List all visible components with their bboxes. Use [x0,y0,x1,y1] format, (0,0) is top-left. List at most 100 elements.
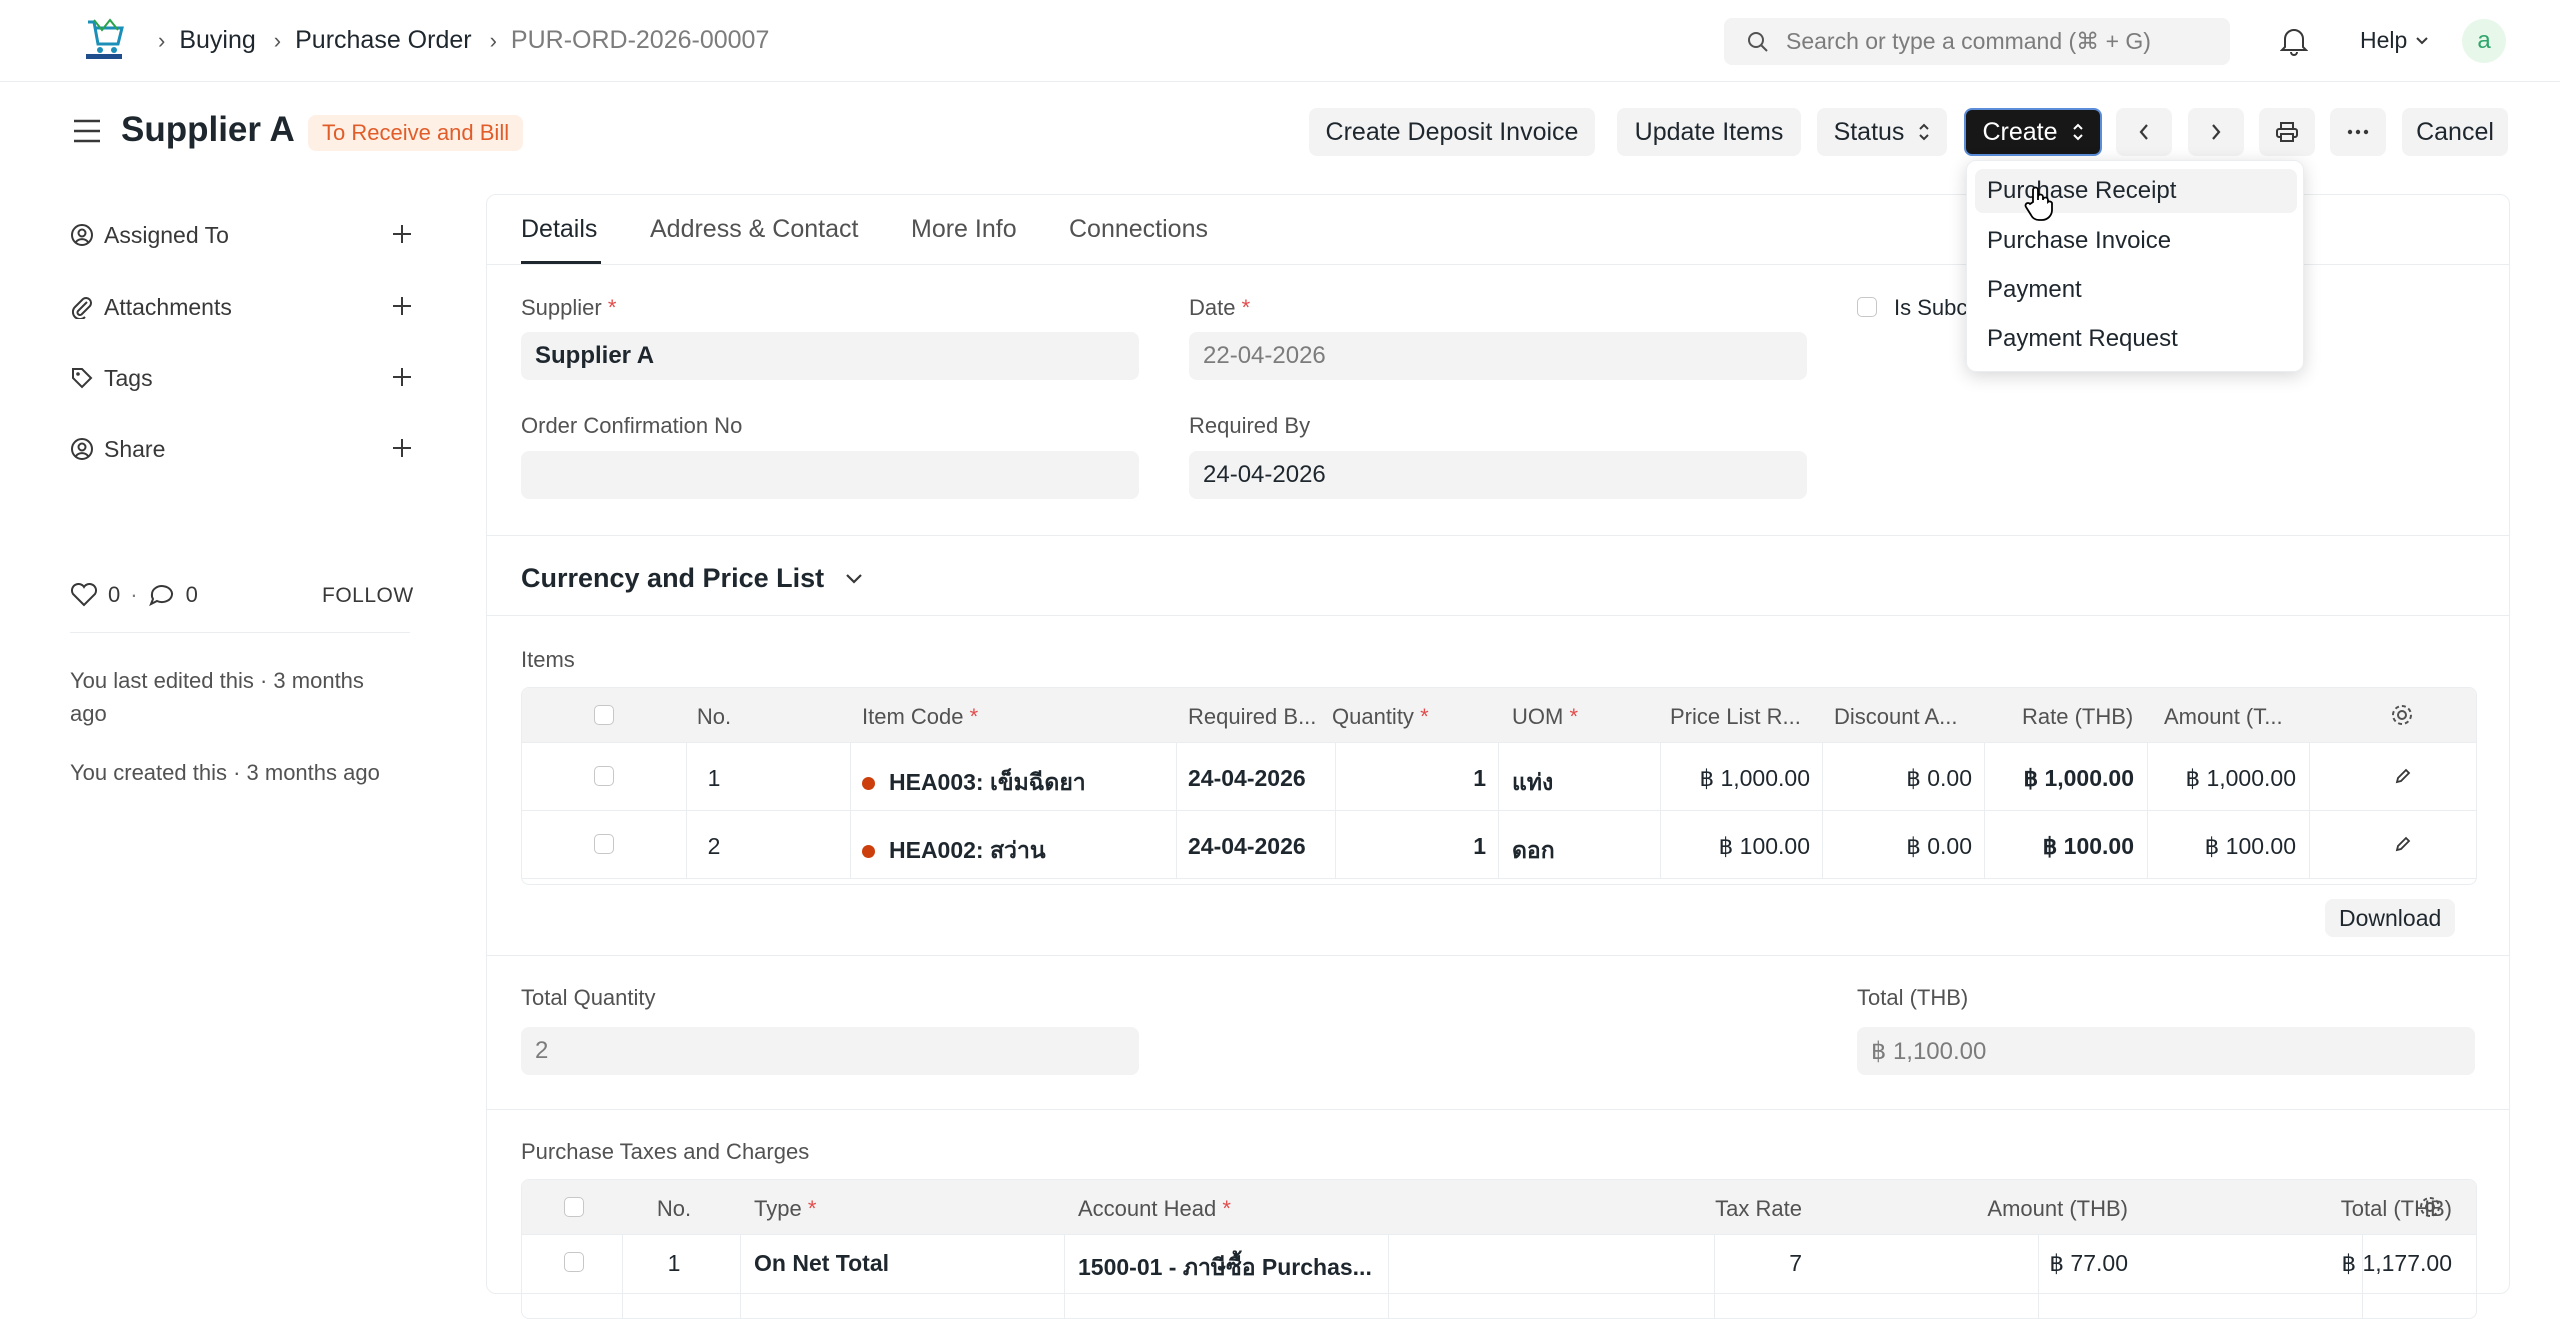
cart-logo-icon[interactable] [80,16,128,64]
avatar[interactable]: a [2462,19,2506,63]
quantity-cell[interactable]: 1 [1348,833,1486,860]
select-all-checkbox[interactable] [594,705,614,725]
column-header: Quantity * [1332,704,1429,729]
download-button[interactable]: Download [2325,899,2456,937]
section-title: Currency and Price List [521,563,825,593]
tag-icon [70,366,96,390]
required-by-field[interactable]: 24-04-2026 [1189,451,1807,499]
breadcrumb-buying[interactable]: Buying [179,26,255,55]
pencil-icon[interactable] [2393,766,2413,786]
gear-icon[interactable] [2418,1195,2442,1219]
bell-icon[interactable] [2280,26,2308,56]
print-button[interactable] [2259,108,2315,156]
row-checkbox[interactable] [564,1252,584,1272]
uom-cell[interactable]: แท่ง [1512,765,1553,801]
cancel-button[interactable]: Cancel [2402,108,2508,156]
item-code-cell[interactable]: HEA003: เข็มฉีดยา [862,765,1170,801]
plus-icon[interactable] [390,365,414,389]
like-count: 0 [108,582,121,607]
separator-dot: · [130,582,138,607]
date-field[interactable]: 22-04-2026 [1189,332,1807,380]
uom-cell[interactable]: ดอก [1512,833,1555,869]
tax-type-cell[interactable]: On Net Total [754,1250,1054,1277]
order-confirmation-label: Order Confirmation No [521,413,743,438]
row-checkbox[interactable] [594,766,614,786]
tab-more-info[interactable]: More Info [911,215,1017,244]
tax-total-cell[interactable]: ฿ 1,177.00 [2202,1250,2452,1277]
item-code-cell[interactable]: HEA002: สว่าน [862,833,1170,869]
column-divider [1176,742,1177,878]
quantity-cell[interactable]: 1 [1348,765,1486,792]
price-list-rate-cell[interactable]: ฿ 1,000.00 [1672,765,1810,792]
row-number: 1 [667,1250,681,1276]
menu-item-payment-request[interactable]: Payment Request [1975,317,2297,361]
tax-amount-cell[interactable]: ฿ 77.00 [1902,1250,2128,1277]
status-button-label: Status [1833,117,1905,146]
gear-icon[interactable] [2390,703,2414,727]
help-menu[interactable]: Help [2360,27,2429,54]
create-dropdown-button[interactable]: Create [1964,108,2102,156]
tax-rate-cell[interactable]: 7 [1622,1250,1802,1277]
required-by-cell[interactable]: 24-04-2026 [1188,765,1306,792]
row-divider [522,1234,2476,1235]
heart-icon[interactable] [70,583,98,607]
tab-details[interactable]: Details [521,215,597,244]
column-header: No. [696,704,732,729]
more-actions-button[interactable] [2330,108,2386,156]
breadcrumb-purchase-order[interactable]: Purchase Order [295,26,471,55]
currency-section-toggle[interactable]: Currency and Price List [521,563,864,594]
tab-address-contact[interactable]: Address & Contact [650,215,858,244]
plus-icon[interactable] [390,436,414,460]
total-quantity-label: Total Quantity [521,985,656,1010]
sidebar-item-attachments[interactable]: Attachments [70,292,411,322]
is-subcontracted-label: Is Subc [1894,295,1968,320]
required-by-cell[interactable]: 24-04-2026 [1188,833,1306,860]
account-head-cell[interactable]: 1500-01 - ภาษีซื้อ Purchas... [1078,1250,1378,1286]
next-record-button[interactable] [2188,108,2244,156]
total-label: Total (THB) [1857,985,1969,1010]
discount-amount-cell[interactable]: ฿ 0.00 [1834,833,1972,860]
select-all-checkbox[interactable] [564,1197,584,1217]
plus-icon[interactable] [390,222,414,246]
pencil-icon[interactable] [2393,834,2413,854]
search-icon [1748,31,1768,52]
plus-icon[interactable] [390,294,414,318]
chevron-right-icon [2212,124,2221,140]
sidebar-item-assigned-to[interactable]: Assigned To [70,220,411,250]
column-divider [1822,742,1823,878]
discount-amount-cell[interactable]: ฿ 0.00 [1834,765,1972,792]
search-input[interactable]: Search or type a command (⌘ + G) [1724,18,2230,65]
taxes-table: No. Type * Account Head * Tax Rate Amoun… [521,1179,2477,1319]
menu-item-payment[interactable]: Payment [1975,268,2297,312]
tab-connections[interactable]: Connections [1069,215,1208,244]
previous-record-button[interactable] [2116,108,2172,156]
supplier-field[interactable]: Supplier A [521,332,1139,380]
rate-cell[interactable]: ฿ 1,000.00 [1996,765,2134,792]
create-deposit-invoice-button[interactable]: Create Deposit Invoice [1309,108,1595,156]
menu-item-purchase-invoice[interactable]: Purchase Invoice [1975,219,2297,263]
column-header: UOM * [1512,704,1579,729]
follow-button[interactable]: FOLLOW [322,584,414,608]
column-header: Total (THB) [2340,1196,2452,1221]
hamburger-icon[interactable] [72,118,102,144]
column-header: Required B... [1188,704,1316,729]
price-list-rate-cell[interactable]: ฿ 100.00 [1672,833,1810,860]
order-confirmation-field[interactable] [521,451,1139,499]
amount-cell[interactable]: ฿ 1,000.00 [2158,765,2296,792]
row-checkbox[interactable] [594,834,614,854]
sidebar-item-tags[interactable]: Tags [70,363,411,393]
update-items-button[interactable]: Update Items [1617,108,1801,156]
column-divider [2309,742,2310,878]
breadcrumb-current[interactable]: PUR-ORD-2026-00007 [511,26,769,55]
comment-icon[interactable] [148,583,176,607]
amount-cell[interactable]: ฿ 100.00 [2158,833,2296,860]
sidebar-divider [70,632,410,633]
chevron-updown-icon [2072,123,2083,141]
page-title: Supplier A [121,110,295,149]
column-header: Amount (T... [2164,704,2283,729]
is-subcontracted-checkbox[interactable] [1857,297,1877,317]
sidebar-item-share[interactable]: Share [70,434,411,464]
rate-cell[interactable]: ฿ 100.00 [1996,833,2134,860]
status-dropdown-button[interactable]: Status [1817,108,1947,156]
create-button-label: Create [1982,117,2058,146]
